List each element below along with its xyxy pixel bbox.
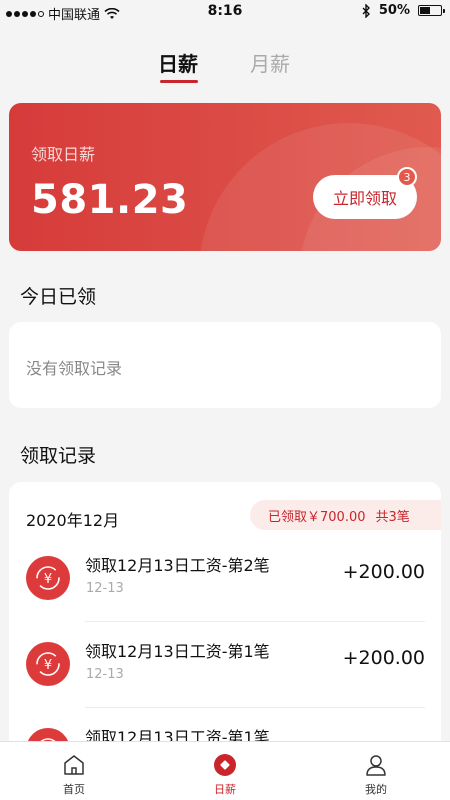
svg-text:¥: ¥ <box>44 658 52 673</box>
daily-salary-icon <box>212 752 238 778</box>
nav-label-profile: 我的 <box>365 783 387 796</box>
empty-record-text: 没有领取记录 <box>26 359 123 378</box>
nav-home[interactable]: 首页 <box>24 742 124 800</box>
claim-daily-label: 领取日薪 <box>31 145 96 164</box>
profile-icon <box>363 752 389 778</box>
nav-label-daily: 日薪 <box>214 783 236 796</box>
nav-label-home: 首页 <box>63 783 85 796</box>
svg-text:¥: ¥ <box>44 572 52 587</box>
month-label: 2020年12月 <box>26 511 120 530</box>
daily-salary-card: 领取日薪 581.23 立即领取 3 <box>9 103 441 251</box>
record-amount: +200.00 <box>342 561 425 583</box>
record-item[interactable]: ¥ 领取12月13日工资-第2笔 12-13 +200.00 <box>9 536 441 622</box>
status-bar: 中国联通 8:16 50% <box>0 0 450 24</box>
tab-monthly-salary[interactable]: 月薪 <box>250 48 290 77</box>
record-title: 领取12月13日工资-第2笔 <box>85 556 270 575</box>
record-amount: +200.00 <box>342 647 425 669</box>
record-date: 12-13 <box>86 581 124 596</box>
battery-level <box>420 7 430 14</box>
claimed-total: 已领取￥700.00 <box>268 509 366 525</box>
claim-records-title: 领取记录 <box>20 445 97 467</box>
record-date: 12-13 <box>86 667 124 682</box>
battery-icon <box>418 5 445 16</box>
yuan-refresh-icon: ¥ <box>26 556 70 600</box>
claim-count-badge: 3 <box>397 167 417 187</box>
nav-daily-salary[interactable]: 日薪 <box>175 742 275 800</box>
battery-percent: 50% <box>378 3 410 18</box>
home-icon <box>61 752 87 778</box>
nav-profile[interactable]: 我的 <box>326 742 426 800</box>
today-claimed-card: 没有领取记录 <box>9 322 441 408</box>
record-title: 领取12月13日工资-第1笔 <box>85 642 270 661</box>
active-tab-indicator <box>160 80 198 83</box>
yuan-refresh-icon: ¥ <box>26 642 70 686</box>
tab-daily-salary[interactable]: 日薪 <box>158 48 198 77</box>
today-claimed-title: 今日已领 <box>20 286 97 308</box>
status-right: 50% <box>362 3 445 18</box>
bottom-nav: 首页 日薪 我的 <box>0 741 450 800</box>
claimed-count: 共3笔 <box>375 509 410 525</box>
salary-tabs: 日薪 月薪 <box>0 40 450 86</box>
record-item[interactable]: ¥ 领取12月13日工资-第1笔 12-13 +200.00 <box>9 622 441 708</box>
bluetooth-icon <box>362 3 370 18</box>
month-summary-badge: 已领取￥700.00 共3笔 <box>250 500 441 530</box>
claimable-amount: 581.23 <box>31 177 189 223</box>
